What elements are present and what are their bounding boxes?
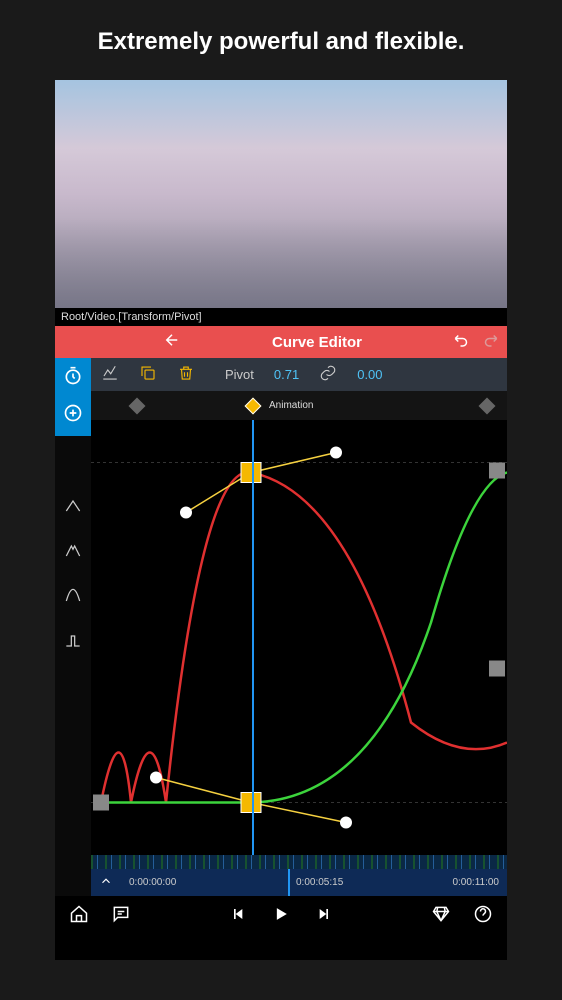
breadcrumb: Root/Video.[Transform/Pivot] (55, 308, 507, 326)
keyframe-marker[interactable] (479, 397, 496, 414)
curve-linear-icon[interactable] (63, 496, 83, 521)
chevron-up-icon[interactable] (99, 874, 113, 891)
curve-peak-icon[interactable] (63, 541, 83, 566)
trash-icon[interactable] (177, 364, 195, 385)
app-frame: Root/Video.[Transform/Pivot] Curve Edito… (55, 80, 507, 960)
redo-icon[interactable] (481, 331, 499, 354)
timecode-end: 0:00:11:00 (452, 877, 499, 888)
video-preview[interactable] (55, 80, 507, 308)
pivot-value[interactable]: 0.71 (274, 367, 299, 382)
audio-waveform[interactable] (91, 855, 507, 869)
curve-graph[interactable] (91, 420, 507, 855)
curve-ease-icon[interactable] (63, 586, 83, 611)
link-icon[interactable] (319, 364, 337, 385)
add-icon[interactable] (63, 403, 83, 428)
editor-header: Curve Editor (55, 326, 507, 358)
home-icon[interactable] (69, 904, 89, 929)
help-icon[interactable] (473, 904, 493, 929)
promo-headline: Extremely powerful and flexible. (0, 0, 562, 80)
pivot-label: Pivot (225, 367, 254, 382)
timer-icon[interactable] (63, 366, 83, 391)
bottom-bar (55, 896, 507, 936)
step-forward-icon[interactable] (313, 904, 333, 929)
left-rail (55, 358, 91, 896)
step-back-icon[interactable] (229, 904, 249, 929)
undo-icon[interactable] (453, 331, 471, 354)
play-icon[interactable] (271, 904, 291, 929)
keyframe-marker-active[interactable] (245, 397, 262, 414)
curve-canvas[interactable] (91, 420, 507, 855)
copy-icon[interactable] (139, 364, 157, 385)
link-value[interactable]: 0.00 (357, 367, 382, 382)
keyframe-label: Animation (269, 400, 313, 411)
diamond-icon[interactable] (431, 904, 451, 929)
editor-title: Curve Editor (191, 334, 443, 351)
timecode-start: 0:00:00:00 (129, 877, 176, 888)
back-icon[interactable] (163, 331, 181, 354)
keyframe-strip[interactable]: Animation (91, 391, 507, 420)
timeline[interactable]: 0:00:00:00 0:00:05:15 0:00:11:00 (91, 869, 507, 896)
timecode-current: 0:00:05:15 (296, 877, 343, 888)
curve-toolbar: Pivot 0.71 0.00 (91, 358, 507, 391)
graph-icon[interactable] (101, 364, 119, 385)
comment-icon[interactable] (111, 904, 131, 929)
keyframe-marker[interactable] (129, 397, 146, 414)
curve-step-icon[interactable] (63, 631, 83, 656)
